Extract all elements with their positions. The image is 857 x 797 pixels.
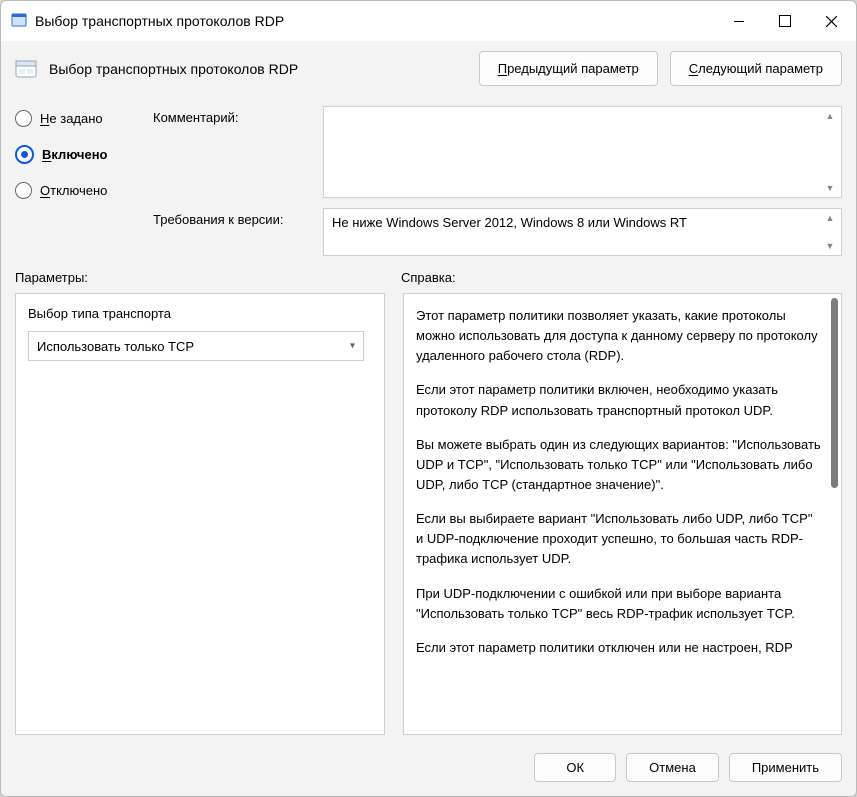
help-paragraph: Если вы выбираете вариант "Использовать … <box>416 509 823 569</box>
apply-button[interactable]: Применить <box>729 753 842 782</box>
radio-label: Включено <box>42 147 108 162</box>
help-paragraph: Если этот параметр политики включен, нео… <box>416 380 823 420</box>
next-setting-button[interactable]: Следующий параметр <box>670 51 842 86</box>
window-title: Выбор транспортных протоколов RDP <box>35 13 716 29</box>
scroll-down-icon[interactable]: ▼ <box>823 181 837 195</box>
radio-disabled[interactable]: Отключено <box>15 182 135 199</box>
supported-textbox: Не ниже Windows Server 2012, Windows 8 и… <box>323 208 842 256</box>
comment-column: Комментарий: ▲ ▼ Требования к версии: Не… <box>153 106 842 256</box>
dialog-window: Выбор транспортных протоколов RDP Выбор … <box>0 0 857 797</box>
radio-label: Отключено <box>40 183 107 198</box>
help-paragraph: Если этот параметр политики отключен или… <box>416 638 823 658</box>
help-paragraph: При UDP-подключении с ошибкой или при вы… <box>416 584 823 624</box>
comment-scroll: ▲ ▼ <box>823 109 839 195</box>
state-comment-row: Не задано Включено Отключено Комментарий… <box>1 102 856 256</box>
dialog-body: Выбор транспортных протоколов RDP Предыд… <box>1 41 856 796</box>
supported-scroll: ▲ ▼ <box>823 211 839 253</box>
app-icon <box>11 13 27 29</box>
ok-button[interactable]: ОК <box>534 753 616 782</box>
transport-type-value: Использовать только TCP <box>37 339 194 354</box>
radio-enabled[interactable]: Включено <box>15 145 135 164</box>
radio-not-configured[interactable]: Не задано <box>15 110 135 127</box>
help-paragraph: Этот параметр политики позволяет указать… <box>416 306 823 366</box>
radio-icon <box>15 182 32 199</box>
comment-label: Комментарий: <box>153 106 313 125</box>
policy-title: Выбор транспортных протоколов RDP <box>49 61 467 77</box>
help-text: Этот параметр политики позволяет указать… <box>416 306 823 722</box>
help-scrollbar[interactable] <box>827 294 841 734</box>
scroll-down-icon[interactable]: ▼ <box>823 239 837 253</box>
help-paragraph: Вы можете выбрать один из следующих вари… <box>416 435 823 495</box>
header-row: Выбор транспортных протоколов RDP Предыд… <box>1 41 856 102</box>
scroll-up-icon[interactable]: ▲ <box>823 211 837 225</box>
cancel-button[interactable]: Отмена <box>626 753 719 782</box>
title-bar: Выбор транспортных протоколов RDP <box>1 1 856 41</box>
help-panel: Этот параметр политики позволяет указать… <box>403 293 842 735</box>
close-icon <box>826 16 837 27</box>
maximize-button[interactable] <box>762 1 808 41</box>
options-label: Параметры: <box>15 270 383 285</box>
scrollbar-thumb[interactable] <box>831 298 838 488</box>
supported-row: Требования к версии: Не ниже Windows Ser… <box>153 208 842 256</box>
radio-label: Не задано <box>40 111 103 126</box>
footer: ОК Отмена Применить <box>1 745 856 796</box>
minimize-button[interactable] <box>716 1 762 41</box>
chevron-down-icon: ▾ <box>350 341 355 352</box>
supported-value: Не ниже Windows Server 2012, Windows 8 и… <box>332 215 687 230</box>
close-button[interactable] <box>808 1 854 41</box>
transport-type-label: Выбор типа транспорта <box>28 306 372 321</box>
maximize-icon <box>779 15 791 27</box>
scroll-up-icon[interactable]: ▲ <box>823 109 837 123</box>
minimize-icon <box>734 21 744 22</box>
panels-row: Выбор типа транспорта Использовать тольк… <box>1 293 856 745</box>
comment-row: Комментарий: ▲ ▼ <box>153 106 842 198</box>
state-radio-group: Не задано Включено Отключено <box>15 106 135 256</box>
radio-icon <box>15 110 32 127</box>
supported-label: Требования к версии: <box>153 208 313 227</box>
section-labels: Параметры: Справка: <box>1 256 856 293</box>
previous-setting-button[interactable]: Предыдущий параметр <box>479 51 658 86</box>
comment-textbox[interactable]: ▲ ▼ <box>323 106 842 198</box>
transport-type-select[interactable]: Использовать только TCP ▾ <box>28 331 364 361</box>
radio-icon <box>15 145 34 164</box>
options-panel: Выбор типа транспорта Использовать тольк… <box>15 293 385 735</box>
help-label: Справка: <box>401 270 842 285</box>
policy-icon <box>15 58 37 80</box>
